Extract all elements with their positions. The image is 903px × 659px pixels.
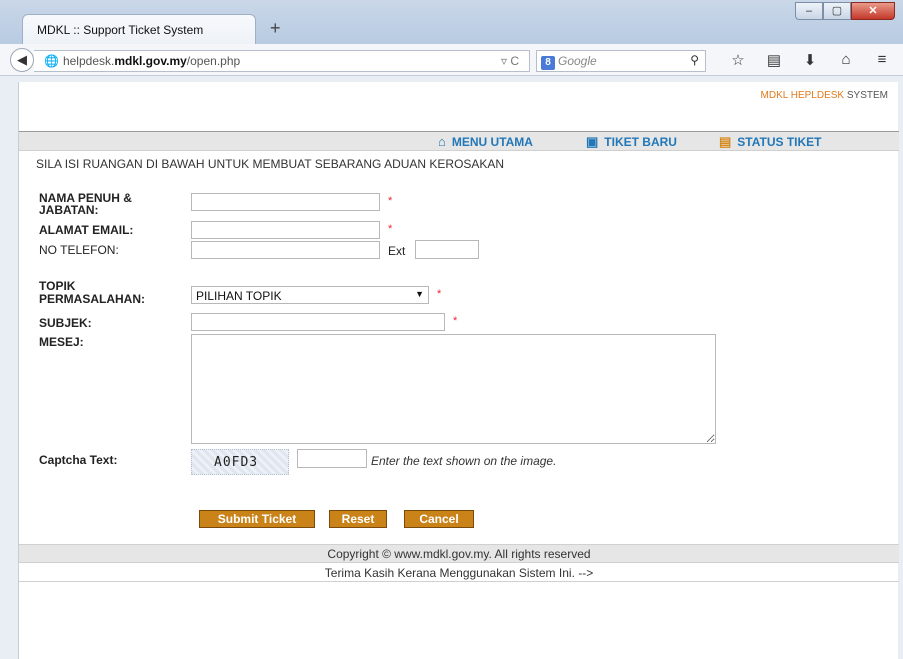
window-controls: – ▢ ✕ [795,2,895,20]
browser-navbar: ◀ 🌐 helpdesk.mdkl.gov.my/open.php ▿ C 8 Go… [0,44,903,76]
home-button-icon[interactable]: ⌂ [828,51,864,69]
tab-title: MDKL :: Support Ticket System [37,23,204,37]
back-button[interactable]: ◀ [10,48,34,72]
browser-tab[interactable]: MDKL :: Support Ticket System [22,14,256,44]
message-label: MESEJ: [39,335,84,349]
google-icon: 8 [541,56,555,70]
captcha-hint: Enter the text shown on the image. [371,454,557,468]
topic-selected-value: PILIHAN TOPIK [196,289,282,303]
captcha-input[interactable] [297,449,367,468]
brand-accent: MDKL HEPLDESK [760,90,845,101]
url-path: /open.php [186,54,241,68]
bookmark-star-icon[interactable]: ☆ [720,51,756,69]
menu-utama-label: MENU UTAMA [451,134,533,149]
phone-field[interactable] [191,241,380,259]
email-label: ALAMAT EMAIL: [39,223,134,237]
name-label-line2: JABATAN: [39,203,99,217]
home-icon: ⌂ [438,134,446,149]
bookmarks-list-icon[interactable]: ▤ [756,51,792,69]
subject-field[interactable] [191,313,445,331]
cancel-button[interactable]: Cancel [404,510,474,528]
submit-ticket-button[interactable]: Submit Ticket [199,510,315,528]
phone-label: NO TELEFON: [39,243,119,257]
reset-button[interactable]: Reset [329,510,387,528]
address-bar[interactable]: 🌐 helpdesk.mdkl.gov.my/open.php ▿ C [34,50,530,72]
maximize-button[interactable]: ▢ [823,2,851,20]
topic-label-line2: PERMASALAHAN: [39,292,145,306]
search-placeholder: Google [558,54,597,68]
menu-icon[interactable]: ≡ [864,51,900,69]
new-tab-button[interactable]: + [270,18,281,39]
url-domain: mdkl.gov.my [114,54,187,68]
brand-rest: SYSTEM [844,90,888,101]
subject-required-mark: * [453,315,458,327]
close-button[interactable]: ✕ [851,2,895,20]
site-menu: ⌂ MENU UTAMA ▣ TIKET BARU ▤ STATUS TIKET [19,131,899,151]
email-required-mark: * [388,223,393,235]
subject-label: SUBJEK: [39,316,92,330]
window-titlebar: MDKL :: Support Ticket System + – ▢ ✕ [0,0,903,44]
tiket-baru-label: TIKET BARU [604,135,677,149]
footer-copyright: Copyright © www.mdkl.gov.my. All rights … [19,544,899,563]
footer-thanks: Terima Kasih Kerana Menggunakan Sistem I… [19,564,899,582]
search-icon[interactable]: ⚲ [690,53,699,67]
url-prefix: helpdesk. [62,54,115,68]
reload-icon[interactable]: ▿ C [501,54,519,68]
download-icon[interactable]: ⬇ [792,51,828,69]
message-textarea[interactable] [191,334,716,444]
captcha-image: A0FD3 [191,449,289,475]
site-brand: MDKL HEPLDESK SYSTEM [761,90,888,101]
topic-label-line1: TOPIK [39,279,76,293]
status-tiket-link[interactable]: ▤ STATUS TIKET [719,134,822,150]
name-field[interactable] [191,193,380,211]
search-bar[interactable]: 8 Google ⚲ [536,50,706,72]
new-ticket-icon: ▣ [586,134,599,149]
captcha-label: Captcha Text: [39,453,118,467]
name-required-mark: * [388,195,393,207]
ext-label: Ext [388,244,406,258]
topic-select[interactable]: PILIHAN TOPIK ▼ [191,286,429,304]
page-content: MDKL HEPLDESK SYSTEM ⌂ MENU UTAMA ▣ TIKET … [18,82,899,659]
back-arrow-icon: ◀ [17,52,27,67]
ticket-status-icon: ▤ [719,134,732,149]
globe-icon: 🌐 [44,54,59,68]
toolbar-icons: ☆ ▤ ⬇ ⌂ ≡ [720,51,900,69]
tiket-baru-link[interactable]: ▣ TIKET BARU [586,134,677,150]
minimize-button[interactable]: – [795,2,823,20]
menu-utama-link[interactable]: ⌂ MENU UTAMA [438,134,533,149]
chevron-down-icon: ▼ [415,289,424,299]
email-field[interactable] [191,221,380,239]
status-tiket-label: STATUS TIKET [737,135,822,149]
form-intro: SILA ISI RUANGAN DI BAWAH UNTUK MEMBUAT … [36,157,505,171]
topic-required-mark: * [437,288,442,300]
ext-field[interactable] [415,240,479,259]
